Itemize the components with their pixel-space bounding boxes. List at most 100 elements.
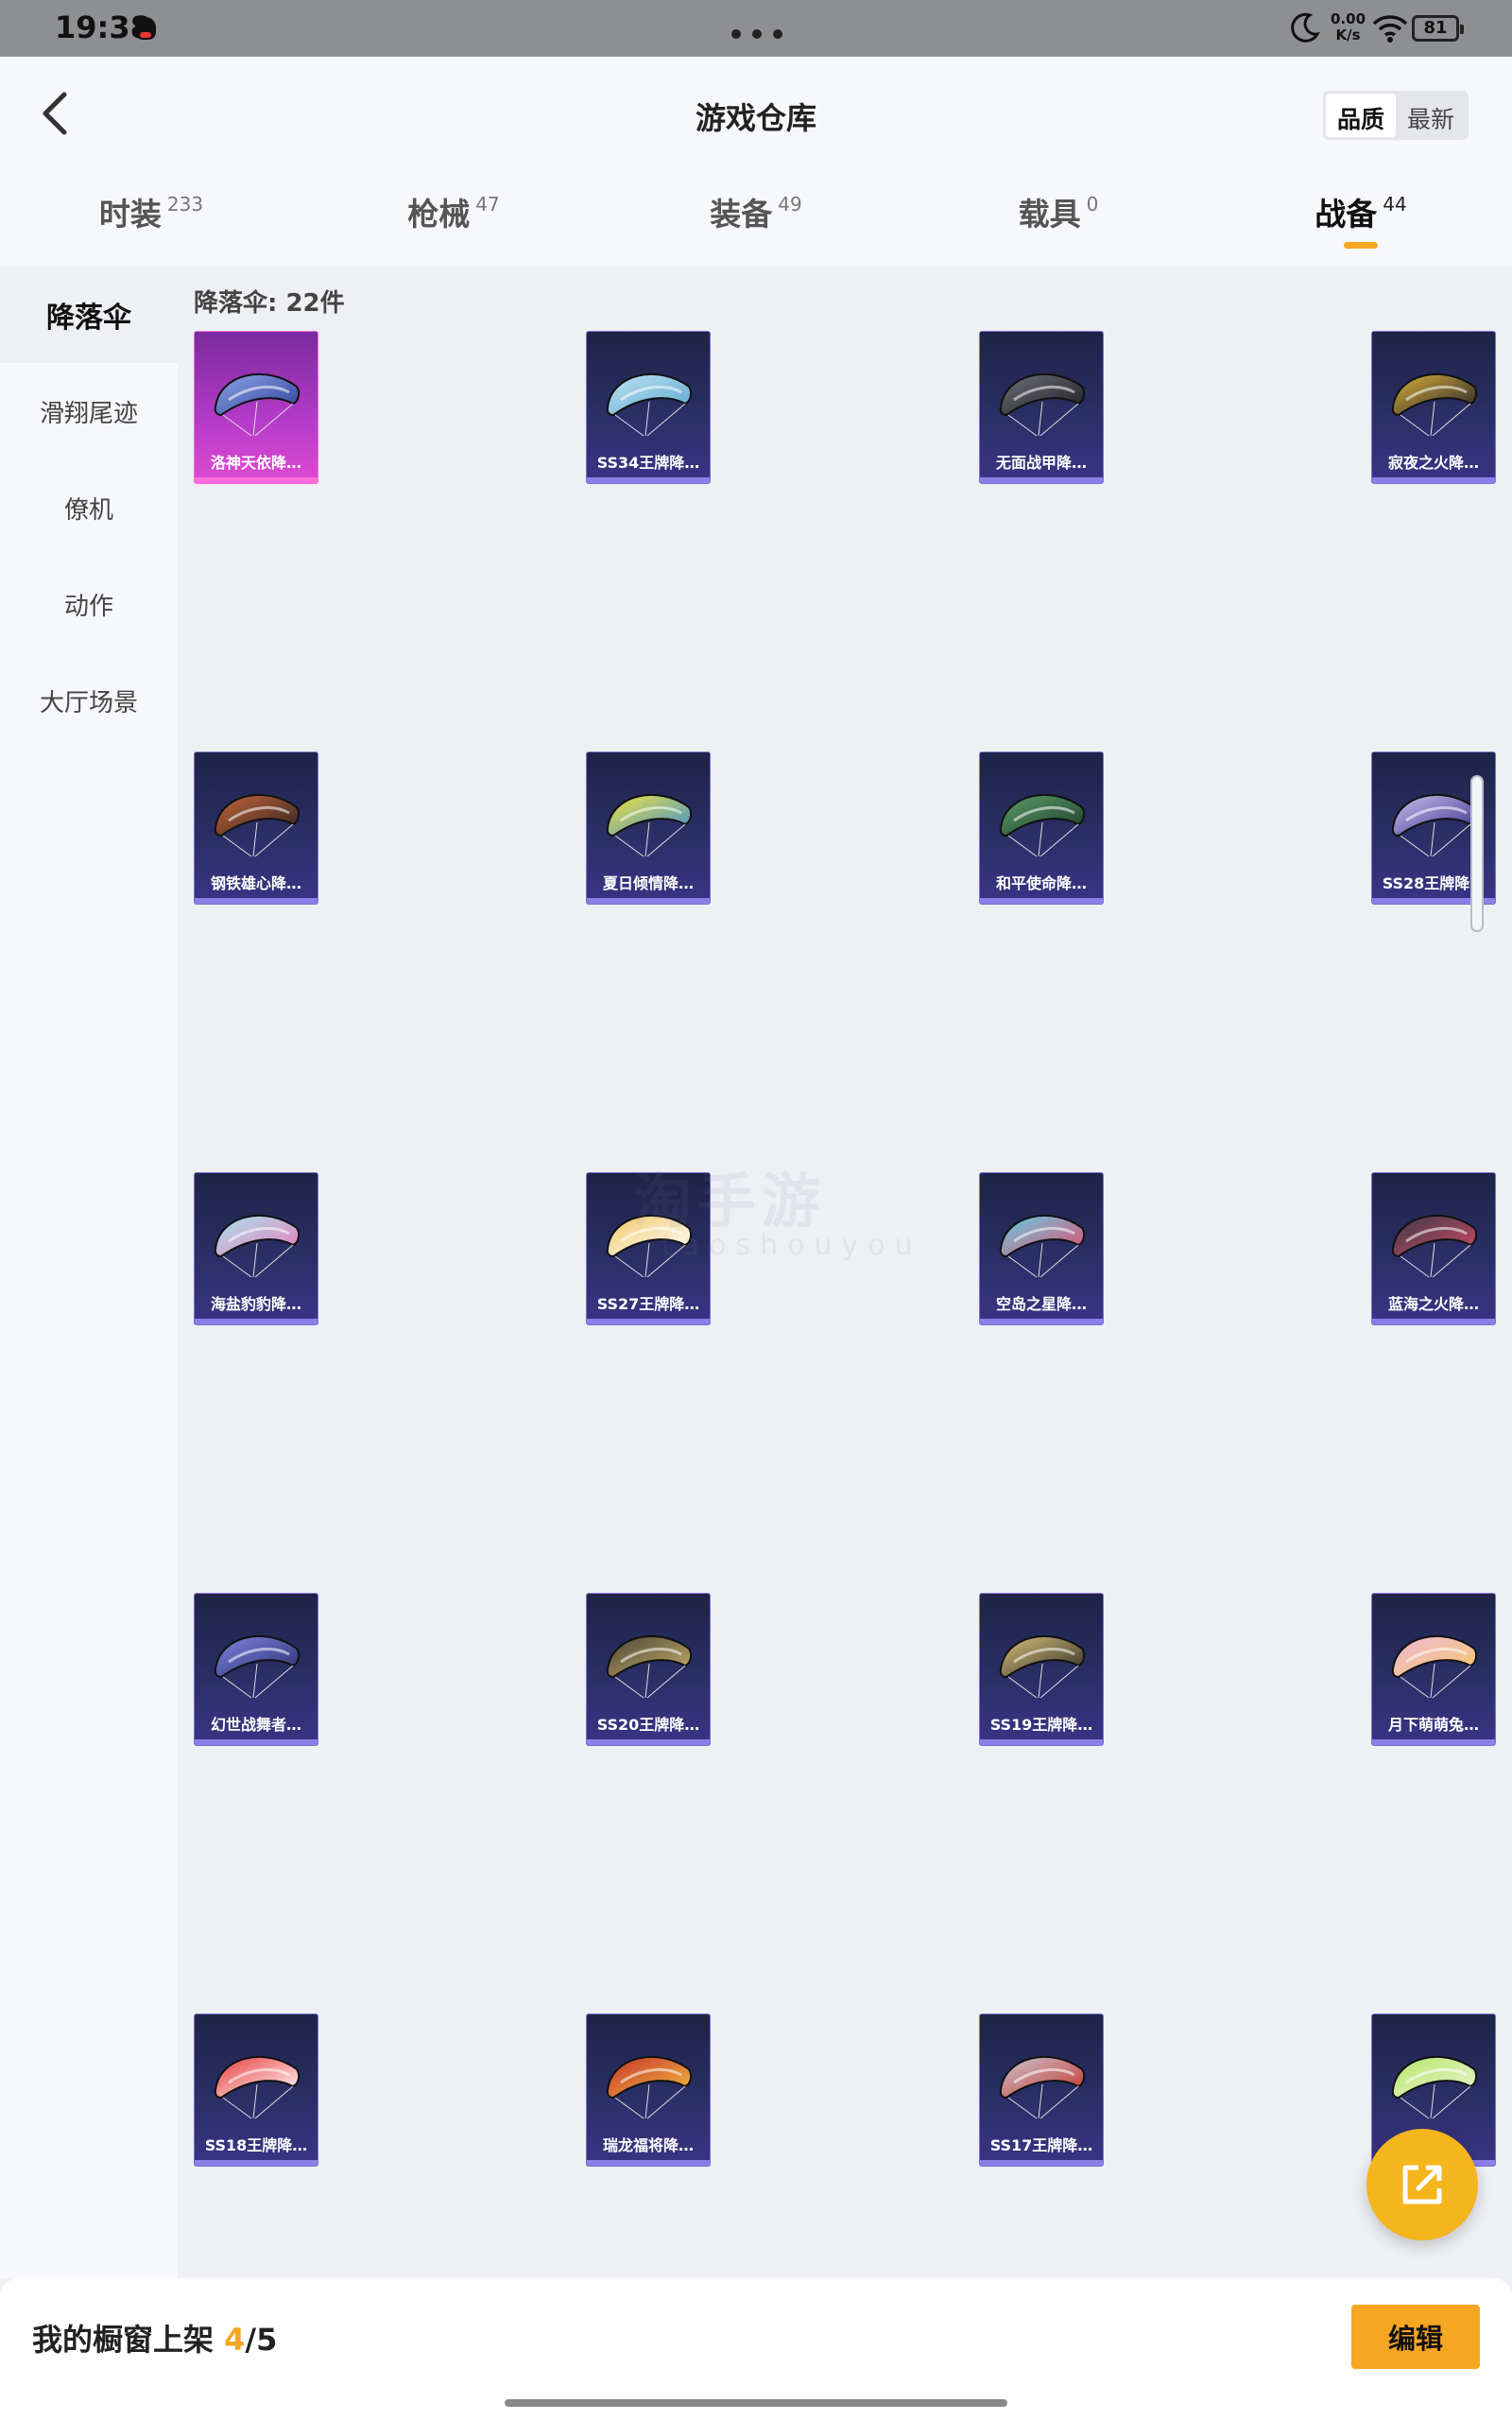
parachute-icon xyxy=(214,1635,301,1699)
watermark-sub: taoshouyou xyxy=(662,1229,922,1262)
parachute-icon xyxy=(606,794,693,857)
parachute-icon xyxy=(999,1635,1086,1699)
parachute-name: 洛神天依降… xyxy=(210,454,301,472)
bottom-bar: 我的橱窗上架 4/5 编辑 xyxy=(0,2278,1512,2420)
parachute-name: 幻世战舞者… xyxy=(210,1716,301,1734)
tab-equipment[interactable]: 装备 49 xyxy=(605,189,907,234)
tab-label: 枪械 xyxy=(407,196,471,233)
active-tab-indicator xyxy=(1344,242,1378,249)
parachute-icon xyxy=(214,2056,301,2119)
parachute-icon xyxy=(606,1635,693,1699)
parachute-icon xyxy=(214,1215,301,1278)
scrollbar[interactable] xyxy=(1470,775,1484,932)
parachute-icon xyxy=(606,2056,693,2119)
wifi-icon xyxy=(1372,15,1408,43)
parachute-name: SS34王牌降… xyxy=(596,454,700,472)
showcase-separator: / xyxy=(245,2322,257,2358)
parachute-item[interactable]: 夏日倾情降… xyxy=(586,752,711,905)
tab-label: 载具 xyxy=(1018,196,1081,233)
tab-fashion[interactable]: 时装 233 xyxy=(0,189,302,234)
section-title: 降落伞: 22件 xyxy=(194,289,345,318)
network-speed: 0.00 K/s xyxy=(1331,11,1366,43)
parachute-name: 寂夜之火降… xyxy=(1387,454,1479,472)
tab-count: 49 xyxy=(778,193,802,216)
parachute-item[interactable]: SS34王牌降… xyxy=(586,331,711,484)
parachute-icon xyxy=(606,373,693,437)
parachute-item[interactable]: 空岛之星降… xyxy=(979,1172,1104,1325)
item-grid: 降落伞: 22件 洛神天依降… SS34王牌降… 无面战甲降… 寂夜之火降… 钢铁雄心降… xyxy=(178,267,1512,2278)
home-indicator[interactable] xyxy=(505,2399,1007,2407)
showcase-total: 5 xyxy=(256,2322,278,2358)
parachute-name: SS27王牌降… xyxy=(596,1295,700,1313)
parachute-icon xyxy=(999,1215,1086,1278)
parachute-item[interactable]: 瑞龙福将降… xyxy=(586,2014,711,2167)
parachute-icon xyxy=(1391,373,1478,437)
parachute-name: 月下萌萌兔… xyxy=(1387,1716,1479,1734)
parachute-name: SS20王牌降… xyxy=(596,1716,700,1734)
moon-icon xyxy=(1291,12,1320,43)
parachute-name: 无面战甲降… xyxy=(995,454,1087,472)
parachute-icon xyxy=(1391,794,1478,857)
parachute-item[interactable]: SS17王牌降… xyxy=(979,2014,1104,2167)
parachute-item[interactable]: SS20王牌降… xyxy=(586,1593,711,1746)
parachute-item[interactable]: 无面战甲降… xyxy=(979,331,1104,484)
sidebar-item-glide-trail[interactable]: 滑翔尾迹 xyxy=(0,363,178,459)
share-button[interactable] xyxy=(1366,2129,1478,2240)
more-dots-icon[interactable] xyxy=(726,25,788,43)
showcase-label: 我的橱窗上架 xyxy=(32,2322,215,2358)
tab-label: 时装 xyxy=(98,196,162,233)
tab-battle-gear[interactable]: 战备 44 xyxy=(1210,189,1512,249)
sidebar-item-emote[interactable]: 动作 xyxy=(0,556,178,652)
parachute-icon xyxy=(214,794,301,857)
showcase-count: 4/5 xyxy=(224,2322,277,2358)
parachute-name: 空岛之星降… xyxy=(995,1295,1087,1313)
parachute-item[interactable]: 蓝海之火降… xyxy=(1371,1172,1496,1325)
battery-icon: 81 xyxy=(1412,15,1464,42)
parachute-icon xyxy=(1391,2056,1478,2119)
parachute-icon xyxy=(999,794,1086,857)
tab-weapons[interactable]: 枪械 47 xyxy=(302,189,605,234)
header: 游戏仓库 品质 最新 时装 233 枪械 47 装备 49 载具 0 战备 44 xyxy=(0,57,1512,267)
status-bar: 19:38 0.00 K/s 81 xyxy=(0,0,1512,57)
tab-label: 装备 xyxy=(710,196,773,233)
qq-notification-icon xyxy=(135,17,156,40)
tab-count: 44 xyxy=(1383,193,1407,216)
parachute-name: 瑞龙福将降… xyxy=(602,2136,694,2154)
sort-toggle: 品质 最新 xyxy=(1323,91,1469,140)
parachute-item[interactable]: 和平使命降… xyxy=(979,752,1104,905)
parachute-item[interactable]: 钢铁雄心降… xyxy=(194,752,318,905)
showcase-current: 4 xyxy=(224,2322,246,2358)
edit-button[interactable]: 编辑 xyxy=(1351,2305,1480,2369)
tab-vehicles[interactable]: 载具 0 xyxy=(907,189,1210,234)
parachute-item[interactable]: 海盐豹豹降… xyxy=(194,1172,318,1325)
parachute-item[interactable]: SS18王牌降… xyxy=(194,2014,318,2167)
category-tabs: 时装 233 枪械 47 装备 49 载具 0 战备 44 xyxy=(0,189,1512,267)
tab-count: 47 xyxy=(475,193,500,216)
network-speed-unit: K/s xyxy=(1335,26,1361,43)
network-speed-value: 0.00 xyxy=(1331,10,1366,27)
parachute-icon xyxy=(214,373,301,437)
parachute-icon xyxy=(1391,1215,1478,1278)
parachute-name: 钢铁雄心降… xyxy=(210,874,301,892)
sidebar-item-parachute[interactable]: 降落伞 xyxy=(0,267,178,363)
tab-label: 战备 xyxy=(1314,196,1378,233)
parachute-name: SS18王牌降… xyxy=(204,2136,308,2154)
sort-quality-option[interactable]: 品质 xyxy=(1326,94,1397,137)
parachute-name: 和平使命降… xyxy=(995,874,1087,892)
parachute-item[interactable]: 幻世战舞者… xyxy=(194,1593,318,1746)
parachute-name: 海盐豹豹降… xyxy=(210,1295,301,1313)
parachute-name: SS17王牌降… xyxy=(989,2136,1093,2154)
sidebar-item-lobby-scene[interactable]: 大厅场景 xyxy=(0,652,178,749)
watermark: 淘手游 xyxy=(633,1167,827,1236)
sidebar: 降落伞 滑翔尾迹 僚机 动作 大厅场景 xyxy=(0,267,178,2278)
sidebar-item-wingman[interactable]: 僚机 xyxy=(0,459,178,556)
parachute-name: SS19王牌降… xyxy=(989,1716,1093,1734)
parachute-item[interactable]: SS19王牌降… xyxy=(979,1593,1104,1746)
parachute-item[interactable]: 洛神天依降… xyxy=(194,331,318,484)
parachute-item[interactable]: 寂夜之火降… xyxy=(1371,331,1496,484)
showcase-status: 我的橱窗上架 4/5 xyxy=(32,2316,277,2360)
parachute-item[interactable]: 月下萌萌兔… xyxy=(1371,1593,1496,1746)
page-title: 游戏仓库 xyxy=(695,100,816,136)
parachute-icon xyxy=(999,2056,1086,2119)
sort-latest-option[interactable]: 最新 xyxy=(1396,94,1466,137)
